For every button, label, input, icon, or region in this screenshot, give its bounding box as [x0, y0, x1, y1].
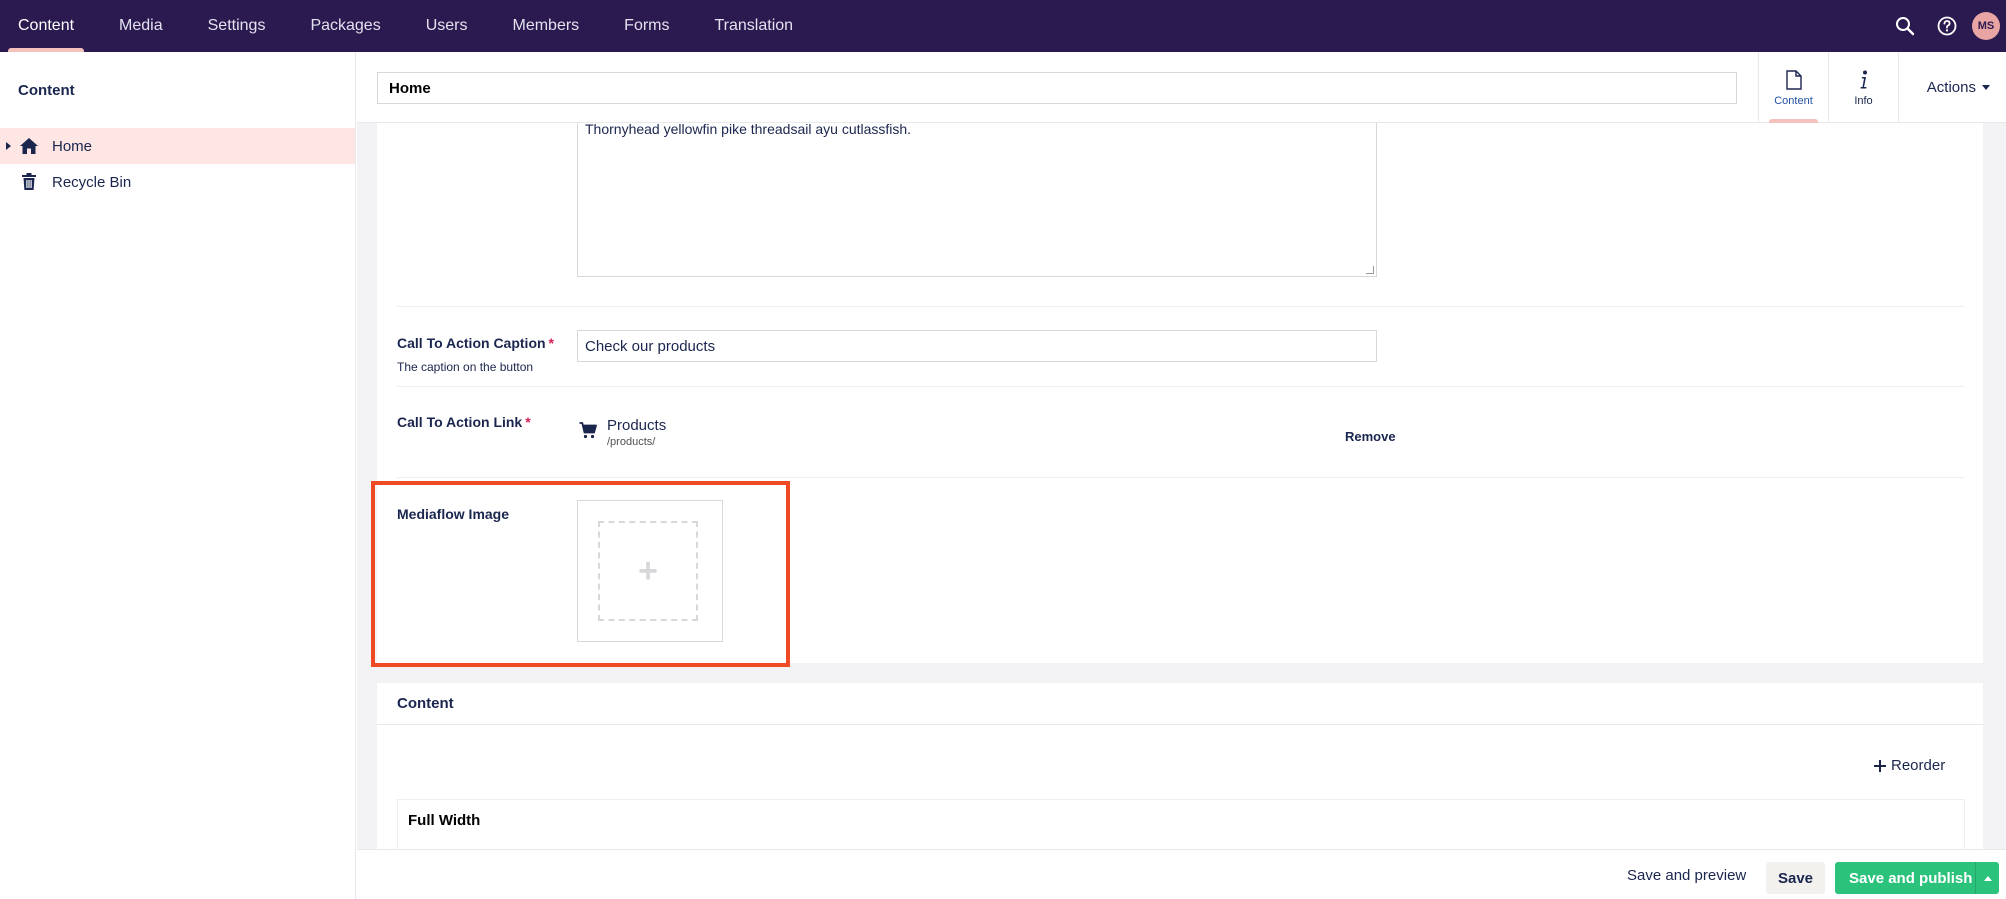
help-icon[interactable] [1926, 0, 1968, 52]
chevron-up-icon [1983, 875, 1992, 881]
tree-item-home[interactable]: Home [0, 128, 355, 164]
property-row-cta-caption: Call To Action Caption * The caption on t… [397, 307, 1965, 387]
tab-content-label: Content [1774, 94, 1813, 107]
chevron-down-icon [1982, 85, 1990, 90]
full-width-label: Full Width [408, 812, 481, 829]
node-name-input[interactable]: Home [377, 72, 1737, 104]
actions-label: Actions [1926, 79, 1976, 96]
editor-main: Thornyhead yellowfin pike threadsail ayu… [357, 123, 2006, 849]
content-app-tabs: Content Info [1758, 52, 1899, 123]
editor-header: Home Content Info Actions [357, 52, 2006, 123]
cart-icon [579, 422, 597, 444]
editor-footer: Save and preview Save Save and publish [357, 849, 2006, 899]
link-name: Products [607, 417, 667, 434]
save-button[interactable]: Save [1766, 862, 1825, 894]
property-row-mediaflow-image: Mediaflow Image + [397, 478, 1965, 663]
resize-grip-icon[interactable] [1366, 266, 1374, 274]
home-icon [19, 136, 39, 156]
nav-translation[interactable]: Translation [705, 0, 804, 52]
tree-item-label: Home [52, 137, 93, 155]
trash-icon [19, 172, 39, 192]
media-picker[interactable]: + [577, 500, 723, 642]
nav-members[interactable]: Members [502, 0, 589, 52]
cta-link-label: Call To Action Link * [397, 414, 531, 430]
cta-caption-description: The caption on the button [397, 360, 534, 374]
plus-icon [1874, 759, 1886, 772]
nav-forms[interactable]: Forms [614, 0, 679, 52]
required-mark: * [548, 335, 554, 351]
reorder-label: Reorder [1891, 757, 1946, 774]
actions-dropdown[interactable]: Actions [1927, 52, 1990, 123]
main-navigation: Content Media Settings Packages Users Me… [0, 0, 828, 52]
expand-caret-icon[interactable] [6, 142, 11, 150]
content-tree-sidebar: Content Home Recycle Bin [0, 52, 356, 899]
remove-link-button[interactable]: Remove [1345, 429, 1396, 444]
cta-link-label-text: Call To Action Link [397, 414, 523, 430]
info-icon [1859, 69, 1869, 91]
tree-item-recycle-bin[interactable]: Recycle Bin [0, 164, 355, 200]
top-bar: Content Media Settings Packages Users Me… [0, 0, 2006, 52]
property-row-text: Thornyhead yellowfin pike threadsail ayu… [397, 123, 1965, 307]
nav-packages[interactable]: Packages [300, 0, 390, 52]
plus-icon: + [638, 551, 658, 590]
tab-content[interactable]: Content [1759, 52, 1829, 123]
cta-caption-input[interactable]: Check our products [577, 330, 1377, 362]
search-icon[interactable] [1884, 0, 1926, 52]
property-row-cta-link: Call To Action Link * Products /products/… [397, 387, 1965, 478]
text-area[interactable]: Thornyhead yellowfin pike threadsail ayu… [577, 123, 1377, 277]
top-right-tools: MS [1884, 0, 2006, 52]
cta-caption-label: Call To Action Caption * [397, 335, 554, 351]
save-and-publish-button[interactable]: Save and publish [1835, 862, 1999, 894]
content-group-title: Content [377, 683, 1983, 725]
tab-info-label: Info [1854, 94, 1873, 107]
save-and-preview-button[interactable]: Save and preview [1627, 850, 1746, 899]
full-width-block[interactable]: Full Width [397, 799, 1965, 849]
required-mark: * [525, 414, 531, 430]
reorder-button[interactable]: Reorder [1874, 757, 1945, 774]
mediaflow-image-label: Mediaflow Image [397, 506, 510, 522]
tree-item-label: Recycle Bin [52, 173, 132, 191]
properties-panel: Thornyhead yellowfin pike threadsail ayu… [377, 123, 1983, 663]
publish-options-toggle[interactable] [1975, 862, 1999, 894]
nav-media[interactable]: Media [109, 0, 173, 52]
sidebar-title: Content [18, 82, 75, 99]
add-media-button[interactable]: + [598, 521, 698, 621]
nav-users[interactable]: Users [416, 0, 478, 52]
document-icon [1785, 69, 1802, 91]
nav-content[interactable]: Content [8, 0, 85, 52]
user-avatar[interactable]: MS [1972, 12, 2000, 40]
link-url: /products/ [607, 436, 656, 448]
cta-caption-label-text: Call To Action Caption [397, 335, 546, 351]
tab-info[interactable]: Info [1829, 52, 1899, 123]
text-area-value: Thornyhead yellowfin pike threadsail ayu… [585, 123, 912, 137]
content-group-panel: Content Reorder Full Width [377, 683, 1983, 849]
nav-settings[interactable]: Settings [198, 0, 276, 52]
save-and-publish-label: Save and publish [1849, 869, 1973, 887]
